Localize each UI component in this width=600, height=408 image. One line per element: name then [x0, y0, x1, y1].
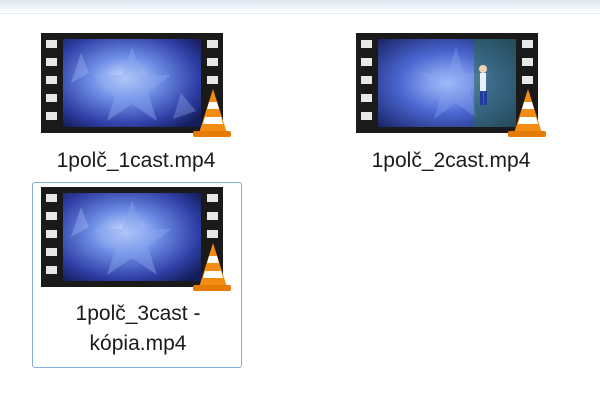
file-name-label: 1polč_2cast.mp4	[371, 149, 531, 172]
file-item-1polc-3cast-kopia[interactable]: 1polč_3cast - kópia.mp4	[32, 182, 242, 368]
window-top-border	[0, 0, 600, 14]
file-item-1polc-1cast[interactable]: 1polč_1cast.mp4	[30, 28, 240, 178]
file-name-label: 1polč_1cast.mp4	[56, 149, 216, 172]
video-thumbnail	[356, 33, 546, 137]
file-name-label-line2: kópia.mp4	[89, 332, 187, 355]
video-thumbnail	[41, 187, 231, 291]
file-item-1polc-2cast[interactable]: 1polč_2cast.mp4	[345, 28, 555, 178]
file-name-label-line1: 1polč_3cast -	[75, 302, 201, 325]
video-thumbnail	[41, 33, 231, 137]
